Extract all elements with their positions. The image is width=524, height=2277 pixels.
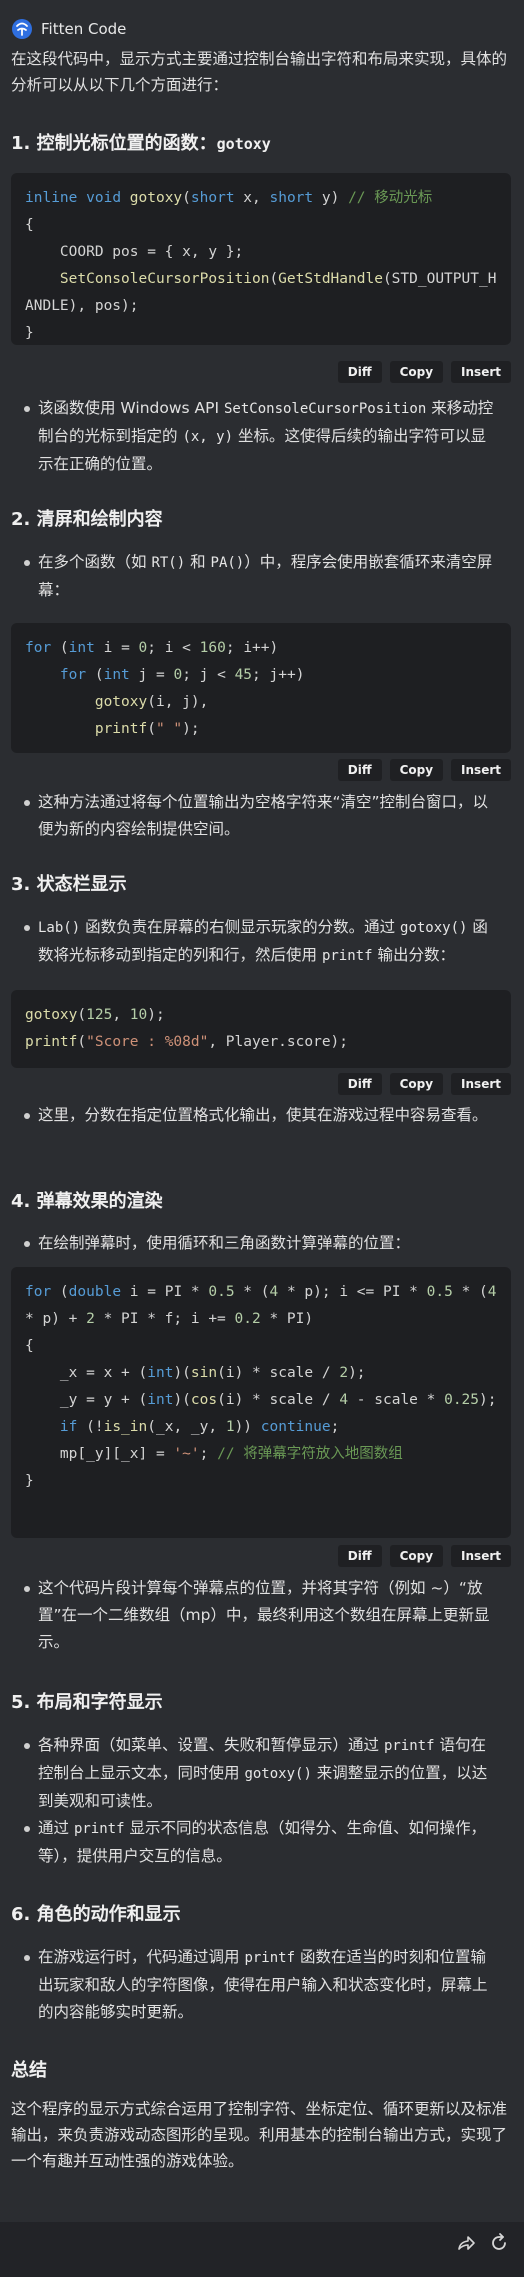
section-1-title: 1. 控制光标位置的函数：gotoxy <box>11 133 271 154</box>
diff-button[interactable]: Diff <box>337 1073 382 1095</box>
app-name: Fitten Code <box>41 20 127 38</box>
section-2-bullet-2: 这种方法通过将每个位置输出为空格字符来“清空”控制台窗口，以便为新的内容绘制提供… <box>24 789 500 843</box>
intro-text: 在这段代码中，显示方式主要通过控制台输出字符和布局来实现，具体的分析可以从以下几… <box>11 50 508 94</box>
section-4-bullet-2: 这个代码片段计算每个弹幕点的位置，并将其字符（例如 ~）“放置”在一个二维数组（… <box>24 1575 500 1656</box>
section-1-bullet: 该函数使用 Windows API SetConsoleCursorPositi… <box>24 395 500 478</box>
diff-button[interactable]: Diff <box>337 1545 382 1567</box>
code-actions-1: Diff Copy Insert <box>337 361 511 383</box>
copy-button[interactable]: Copy <box>389 1073 444 1095</box>
chat-response-panel: Fitten Code 在这段代码中，显示方式主要通过控制台输出字符和布局来实现… <box>0 0 524 2277</box>
code-actions-3: Diff Copy Insert <box>337 1073 511 1095</box>
section-5-bullet-1: 各种界面（如菜单、设置、失败和暂停显示）通过 printf 语句在控制台上显示文… <box>24 1732 500 1815</box>
copy-button[interactable]: Copy <box>389 1545 444 1567</box>
fitten-logo-icon <box>12 19 32 39</box>
summary-title: 总结 <box>11 2060 47 2081</box>
section-4-title: 4. 弹幕效果的渲染 <box>11 1191 163 1212</box>
copy-button[interactable]: Copy <box>389 759 444 781</box>
refresh-icon[interactable] <box>488 2232 510 2254</box>
section-6-bullet-1: 在游戏运行时，代码通过调用 printf 函数在适当的时刻和位置输出玩家和敌人的… <box>24 1944 500 2026</box>
share-icon[interactable] <box>455 2232 477 2254</box>
code-block-gotoxy[interactable]: inline void gotoxy(short x, short y) // … <box>11 173 511 345</box>
code-block-clear-screen[interactable]: for (int i = 0; i < 160; i++) for (int j… <box>11 623 511 753</box>
code-actions-2: Diff Copy Insert <box>337 759 511 781</box>
copy-button[interactable]: Copy <box>389 361 444 383</box>
section-3-title: 3. 状态栏显示 <box>11 874 127 895</box>
insert-button[interactable]: Insert <box>451 759 511 781</box>
section-5-bullet-2: 通过 printf 显示不同的状态信息（如得分、生命值、如何操作，等），提供用户… <box>24 1815 500 1870</box>
section-3-bullet-1: Lab() 函数负责在屏幕的右侧显示玩家的分数。通过 gotoxy() 函数将光… <box>24 914 500 970</box>
section-4-bullet-1: 在绘制弹幕时，使用循环和三角函数计算弹幕的位置： <box>24 1230 500 1257</box>
code-actions-4: Diff Copy Insert <box>337 1545 511 1567</box>
diff-button[interactable]: Diff <box>337 361 382 383</box>
section-2-bullet-1: 在多个函数（如 RT() 和 PA()）中，程序会使用嵌套循环来清空屏幕： <box>24 549 500 604</box>
section-6-title: 6. 角色的动作和显示 <box>11 1904 181 1925</box>
summary-text: 这个程序的显示方式综合运用了控制字符、坐标定位、循环更新以及标准输出，来负责游戏… <box>11 2100 508 2170</box>
code-block-score[interactable]: gotoxy(125, 10); printf("Score : %08d", … <box>11 990 511 1068</box>
footer-bar <box>0 2222 524 2277</box>
code-block-barrage[interactable]: for (double i = PI * 0.5 * (4 * p); i <=… <box>11 1267 511 1538</box>
response-header: Fitten Code <box>11 16 126 42</box>
insert-button[interactable]: Insert <box>451 361 511 383</box>
insert-button[interactable]: Insert <box>451 1073 511 1095</box>
diff-button[interactable]: Diff <box>337 759 382 781</box>
insert-button[interactable]: Insert <box>451 1545 511 1567</box>
section-5-title: 5. 布局和字符显示 <box>11 1692 163 1713</box>
section-2-title: 2. 清屏和绘制内容 <box>11 509 163 530</box>
section-3-bullet-2: 这里，分数在指定位置格式化输出，使其在游戏过程中容易查看。 <box>24 1102 500 1129</box>
